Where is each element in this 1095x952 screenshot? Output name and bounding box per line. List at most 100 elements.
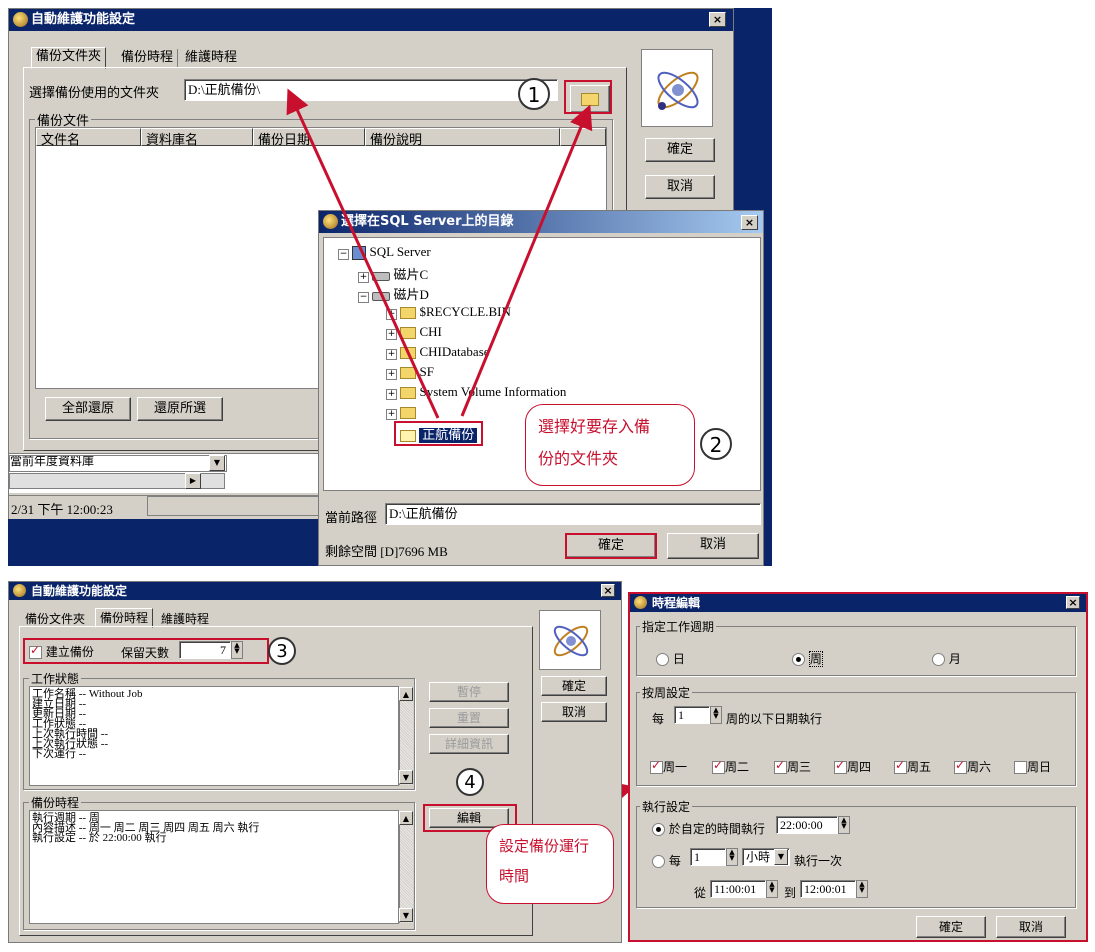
day-checkbox-tue[interactable]: 周二 — [712, 758, 749, 775]
day-label: 周六 — [967, 760, 992, 774]
every-label: 每 — [652, 712, 665, 726]
tab-backup-folder[interactable]: 備份文件夾 — [21, 610, 89, 627]
at-time-input[interactable]: 22:00:00 — [776, 816, 838, 834]
ok-button[interactable]: 確定 — [541, 676, 607, 696]
arrow-to-browse-button — [460, 104, 593, 417]
day-label: 周日 — [1027, 760, 1052, 774]
keep-days-spinner[interactable]: ▲ ▼ — [231, 641, 243, 659]
window-title-bar: 自動維護功能設定 — [9, 582, 621, 600]
every-suffix: 執行一次 — [794, 854, 843, 868]
at-time-spinner[interactable]: ▲ ▼ — [838, 816, 850, 834]
scroll-up-button[interactable]: ▲ — [399, 811, 413, 825]
checkbox-icon — [774, 758, 787, 774]
dialog-close-button[interactable]: × — [1066, 596, 1080, 609]
radio-icon — [932, 653, 945, 666]
backup-schedule-group-label: 備份時程 — [29, 794, 82, 811]
period-radio-month[interactable]: 月 — [932, 650, 961, 667]
dialog-title: 時程編輯 — [652, 596, 701, 610]
reset-button[interactable]: 重置 — [429, 708, 509, 728]
status-line: 工作名稱 -- Without Job — [32, 688, 143, 700]
close-button[interactable]: × — [601, 584, 615, 597]
weekly-group-label: 按周設定 — [640, 684, 693, 701]
at-time-label: 於自定的時間執行 — [668, 822, 765, 836]
scroll-down-button[interactable]: ▼ — [399, 908, 413, 922]
step-4-marker: 4 — [456, 768, 484, 796]
unit-value: 小時 — [746, 850, 771, 864]
bottom-callout: 設定備份運行 時間 — [486, 824, 614, 904]
checkbox-icon — [894, 758, 907, 774]
period-label: 月 — [948, 652, 961, 666]
keep-days-input[interactable]: 7 — [179, 641, 231, 659]
atom-logo-icon — [553, 625, 589, 657]
to-time-input[interactable]: 12:00:01 — [800, 880, 856, 898]
dialog-ok-button[interactable]: 確定 — [916, 916, 986, 938]
to-label: 到 — [784, 886, 797, 900]
execution-group-label: 執行設定 — [640, 798, 693, 815]
schedule-line: 執行設定 -- 於 22:00:00 執行 — [32, 832, 167, 844]
app-logo — [539, 610, 601, 670]
day-label: 周五 — [907, 760, 932, 774]
checkbox-icon — [29, 643, 42, 659]
radio-every[interactable]: 每 — [652, 852, 681, 869]
job-status-group-label: 工作狀態 — [29, 670, 82, 687]
weekly-suffix: 周的以下日期執行 — [726, 712, 823, 726]
checkbox-icon — [712, 758, 725, 774]
schedule-edit-dialog: 時程編輯 × 指定工作週期 日 周 月 按周設定 每 1 ▲ ▼ 周的以下日期執行… — [628, 592, 1088, 942]
from-time-spinner[interactable]: ▲ ▼ — [766, 880, 778, 898]
tab-maintenance-schedule[interactable]: 維護時程 — [157, 610, 213, 627]
scroll-up-button[interactable]: ▲ — [399, 687, 413, 701]
checkbox-icon — [1014, 761, 1027, 774]
dialog-title-bar: 時程編輯 — [630, 594, 1086, 612]
to-time-spinner[interactable]: ▲ ▼ — [856, 880, 868, 898]
day-label: 周四 — [847, 760, 872, 774]
day-label: 周二 — [725, 760, 750, 774]
details-button[interactable]: 詳細資訊 — [429, 734, 509, 754]
day-label: 周三 — [787, 760, 812, 774]
from-time-input[interactable]: 11:00:01 — [710, 880, 766, 898]
radio-icon — [792, 653, 805, 666]
arrow-to-folder-field — [286, 88, 440, 419]
chevron-down-icon[interactable]: ▼ — [774, 849, 788, 865]
checkbox-icon — [650, 758, 663, 774]
callout-line-1: 設定備份運行 — [499, 837, 590, 855]
callout-line-2: 時間 — [499, 867, 530, 885]
day-checkbox-mon[interactable]: 周一 — [650, 758, 687, 775]
day-checkbox-fri[interactable]: 周五 — [894, 758, 931, 775]
status-line: 更新日期 -- — [32, 708, 87, 720]
radio-at-time[interactable]: 於自定的時間執行 — [652, 820, 765, 837]
period-group-label: 指定工作週期 — [640, 618, 717, 635]
dialog-cancel-button[interactable]: 取消 — [996, 916, 1066, 938]
radio-icon — [652, 823, 665, 836]
every-interval-input[interactable]: 1 — [690, 848, 726, 866]
from-label: 從 — [694, 886, 707, 900]
day-checkbox-sat[interactable]: 周六 — [954, 758, 991, 775]
dialog-app-icon — [634, 596, 647, 609]
keep-days-label: 保留天數 — [121, 646, 170, 660]
period-radio-day[interactable]: 日 — [656, 650, 685, 667]
status-line: 上次執行狀態 -- — [32, 738, 109, 750]
day-checkbox-wed[interactable]: 周三 — [774, 758, 811, 775]
tab-backup-schedule[interactable]: 備份時程 — [95, 608, 154, 628]
status-line: 下次運行 -- — [32, 748, 87, 760]
checkbox-icon — [954, 758, 967, 774]
every-weeks-input[interactable]: 1 — [674, 706, 710, 724]
period-label: 日 — [672, 652, 685, 666]
day-label: 周一 — [663, 760, 688, 774]
step-3-marker: 3 — [268, 637, 296, 665]
schedule-scrollbar[interactable] — [399, 811, 413, 923]
create-backup-label: 建立備份 — [45, 645, 94, 659]
app-icon — [13, 584, 26, 597]
day-checkbox-thu[interactable]: 周四 — [834, 758, 871, 775]
job-status-text: 工作名稱 -- Without Job 建立日期 -- 更新日期 -- 工作狀態… — [29, 686, 399, 786]
day-checkbox-sun[interactable]: 周日 — [1014, 758, 1051, 775]
period-radio-week[interactable]: 周 — [792, 650, 823, 667]
create-backup-checkbox[interactable]: 建立備份 — [29, 643, 94, 660]
every-weeks-spinner[interactable]: ▲ ▼ — [710, 706, 722, 724]
radio-icon — [652, 855, 665, 868]
every-interval-spinner[interactable]: ▲ ▼ — [726, 848, 738, 866]
cancel-button[interactable]: 取消 — [541, 702, 607, 722]
checkbox-icon — [834, 758, 847, 774]
scroll-down-button[interactable]: ▼ — [399, 770, 413, 784]
every-label-2: 每 — [668, 854, 681, 868]
pause-button[interactable]: 暫停 — [429, 682, 509, 702]
